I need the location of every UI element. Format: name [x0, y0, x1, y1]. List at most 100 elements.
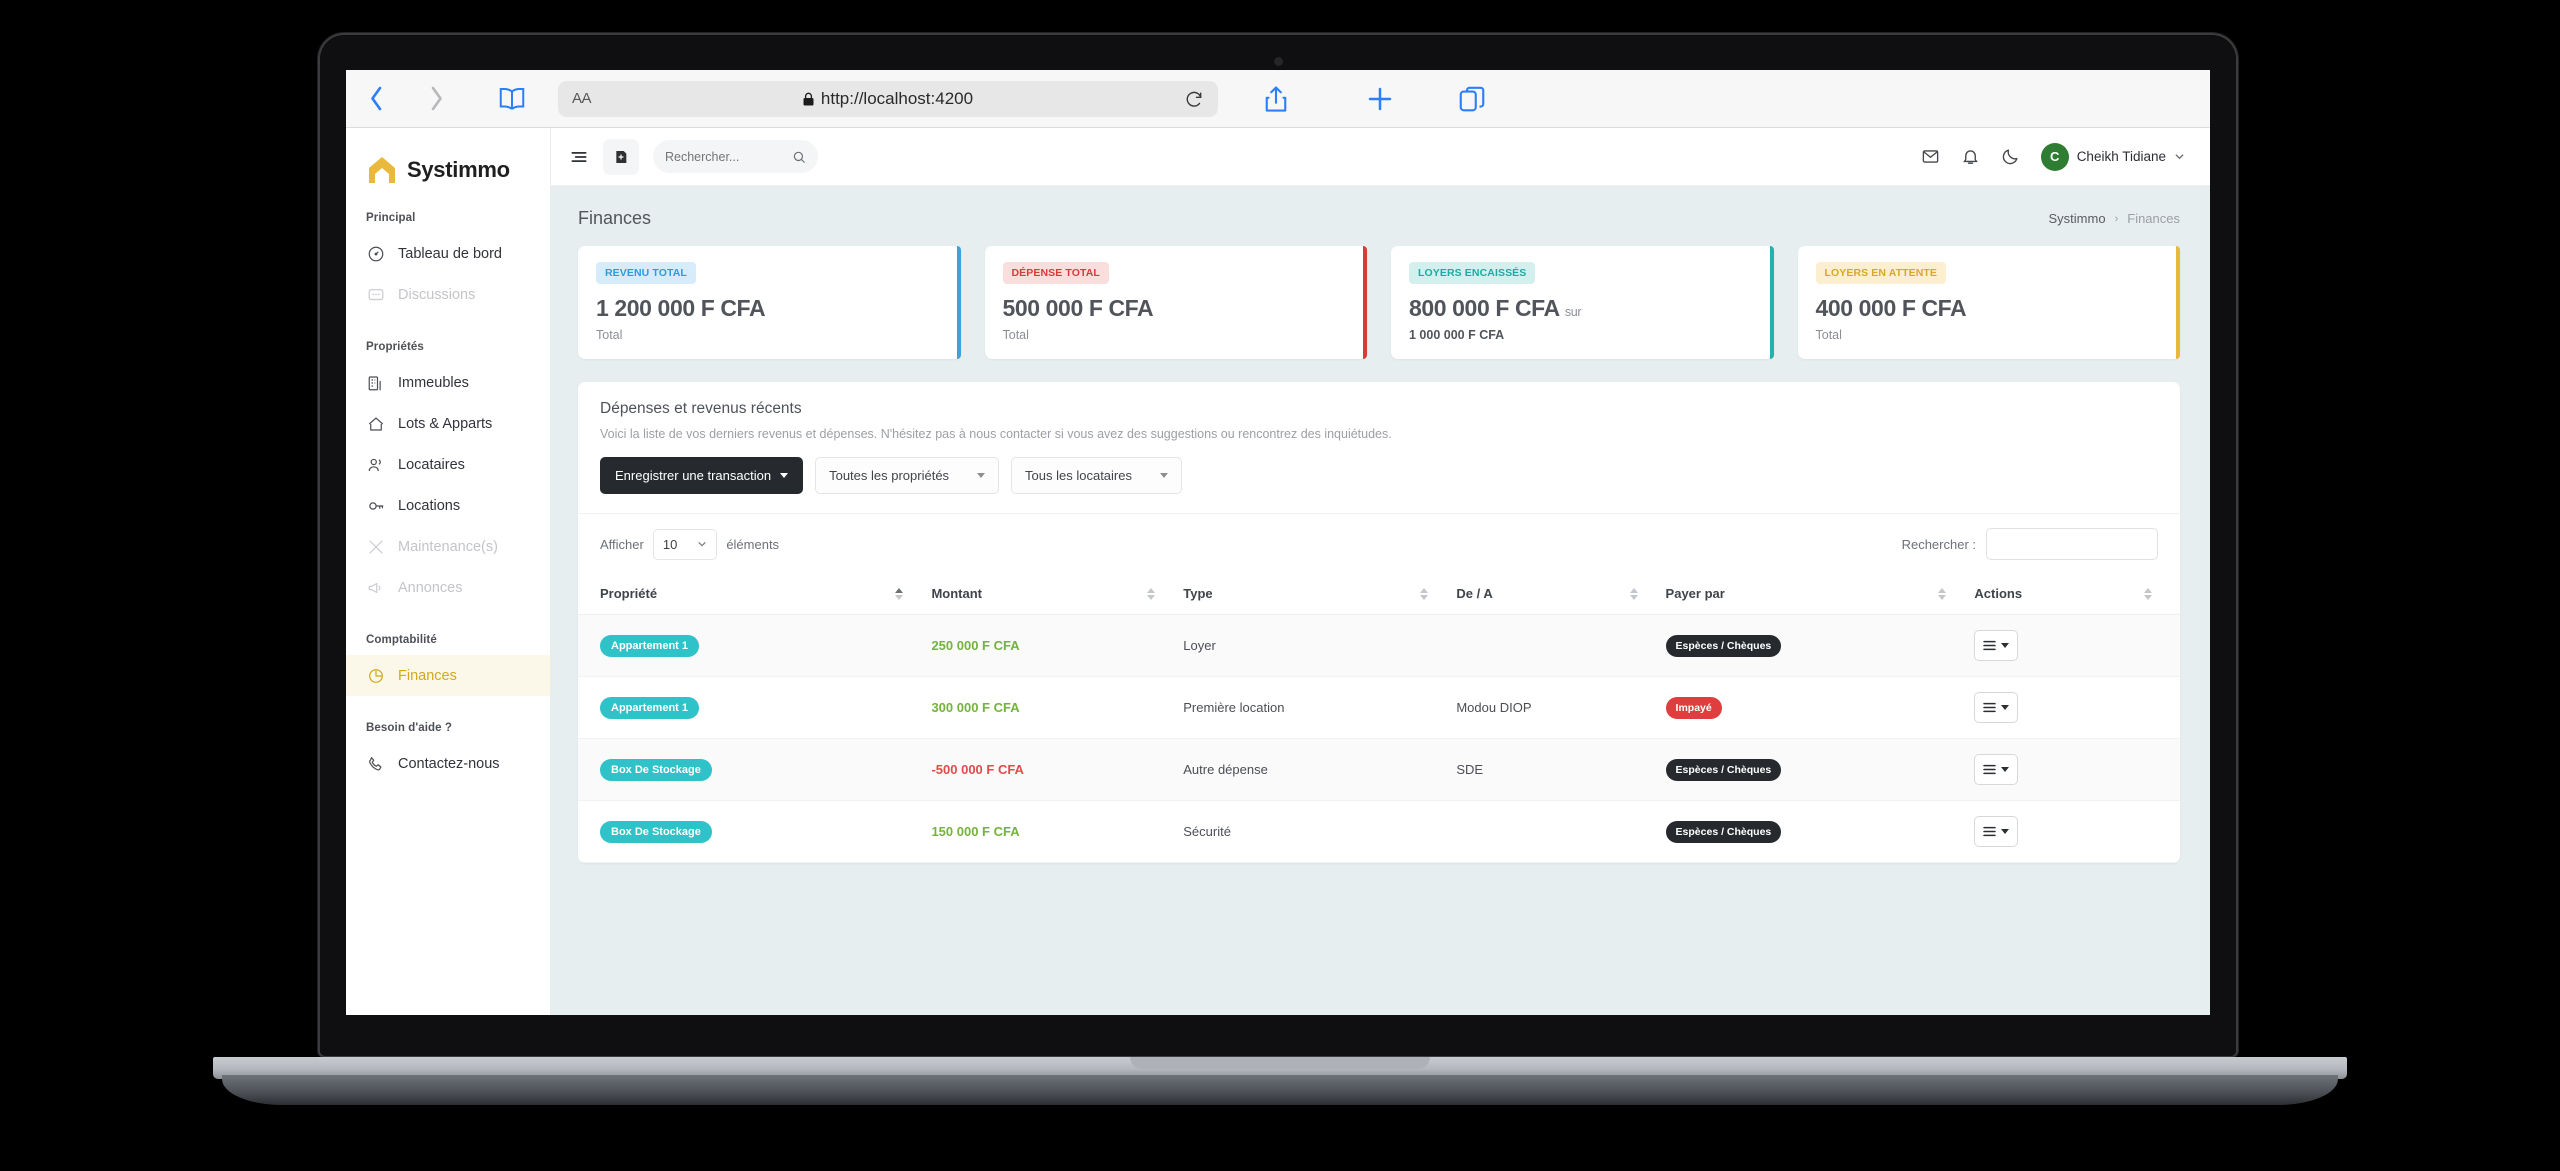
sort-toggle-icon[interactable]: [1147, 587, 1156, 600]
cell-type: Sécurité: [1183, 800, 1457, 863]
row-actions-button[interactable]: [1974, 754, 2019, 785]
phone-icon: [369, 756, 382, 770]
global-search[interactable]: [653, 140, 818, 173]
page-length-select[interactable]: 10: [652, 528, 718, 560]
sidebar-item-label: Tableau de bord: [398, 245, 502, 262]
stat-amount: 400 000 F CFA: [1815, 295, 1967, 321]
cell-de-a: Modou DIOP: [1456, 676, 1666, 739]
sort-toggle-icon[interactable]: [1938, 587, 1947, 600]
sidebar: Systimmo Principal Tableau de bord Discuss…: [346, 128, 551, 1015]
sidebar-item-immeubles[interactable]: Immeubles: [346, 362, 550, 403]
cell-actions: [1974, 738, 2180, 801]
sidebar-item-locations[interactable]: Locations: [346, 485, 550, 526]
sort-toggle-icon[interactable]: [1420, 587, 1429, 600]
payment-badge: Espèces / Chèques: [1665, 634, 1782, 657]
record-transaction-label: Enregistrer une transaction: [615, 468, 772, 483]
stat-cards: REVENU TOTAL 1 200 000 F CFA Total DÉPENSE …: [551, 229, 2210, 359]
sidebar-item-contactez-nous[interactable]: Contactez-nous: [346, 743, 550, 784]
column-header-label: Actions: [1974, 586, 2023, 601]
sidebar-item-label: Finances: [398, 667, 457, 684]
sidebar-item-finances[interactable]: Finances: [346, 655, 550, 696]
brand-logo-block[interactable]: Systimmo: [346, 148, 550, 186]
column-header[interactable]: Actions: [1974, 574, 2180, 615]
table-search-control: Rechercher :: [1902, 528, 2158, 560]
stat-amount: 1 200 000 F CFA: [596, 295, 766, 321]
sidebar-item-label: Locations: [398, 497, 461, 514]
webcam-icon: [1274, 57, 1283, 66]
record-transaction-button[interactable]: Enregistrer une transaction: [600, 457, 804, 494]
reload-icon[interactable]: [1184, 89, 1204, 109]
tenants-filter-value: Tous les locataires: [1025, 468, 1132, 483]
browser-forward-button[interactable]: [406, 86, 466, 111]
transactions-table: Propriété Montant Type De / A Payer par Actio…: [578, 574, 2180, 863]
share-button[interactable]: [1218, 84, 1334, 114]
column-header[interactable]: De / A: [1456, 574, 1666, 615]
breadcrumb-root[interactable]: Systimmo: [2049, 211, 2106, 226]
bell-icon[interactable]: [1961, 147, 1980, 166]
app-root: Systimmo Principal Tableau de bord Discuss…: [346, 128, 2210, 1015]
sidebar-item-discussions[interactable]: Discussions: [346, 274, 550, 315]
address-bar[interactable]: AA http://localhost:4200: [558, 80, 1218, 117]
url-display: http://localhost:4200: [558, 89, 1218, 109]
sidebar-section-label: Comptabilité: [366, 634, 437, 646]
properties-filter-select[interactable]: Toutes les propriétés: [815, 457, 1000, 494]
cell-type: Première location: [1183, 676, 1457, 739]
cell-type: Autre dépense: [1183, 738, 1457, 801]
panel-toolbar: Enregistrer une transaction Toutes les p…: [600, 457, 2158, 513]
sort-toggle-icon[interactable]: [2144, 587, 2152, 600]
menu-burger-icon[interactable]: [569, 147, 589, 167]
sidebar-item-label: Maintenance(s): [398, 538, 498, 555]
table-search-input[interactable]: [1986, 528, 2158, 560]
browser-back-button[interactable]: [346, 86, 406, 111]
sidebar-item-dashboard[interactable]: Tableau de bord: [346, 233, 550, 274]
cell-payer-par: Espèces / Chèques: [1665, 738, 1975, 801]
table-row[interactable]: Box De Stockage -500 000 F CFA Autre dépen…: [578, 738, 2180, 801]
column-header[interactable]: Montant: [931, 574, 1184, 615]
column-header[interactable]: Type: [1183, 574, 1457, 615]
column-header[interactable]: Propriété: [578, 574, 932, 615]
bookmarks-button[interactable]: [466, 84, 558, 114]
mail-icon[interactable]: [1921, 147, 1940, 166]
breadcrumb: Systimmo › Finances: [2049, 211, 2180, 226]
tabs-overview-button[interactable]: [1426, 84, 1518, 114]
row-actions-button[interactable]: [1974, 816, 2019, 847]
sidebar-section-label: Besoin d'aide ?: [366, 722, 453, 734]
user-menu[interactable]: C Cheikh Tidiane: [2040, 142, 2185, 171]
moon-icon[interactable]: [2001, 147, 2020, 166]
table-row[interactable]: Appartement 1 300 000 F CFA Première locat…: [578, 676, 2180, 739]
search-input[interactable]: [665, 149, 786, 164]
table-body: Appartement 1 250 000 F CFA Loyer Espèces /…: [578, 614, 2180, 863]
text-size-label[interactable]: AA: [572, 90, 592, 107]
table-row[interactable]: Appartement 1 250 000 F CFA Loyer Espèces /…: [578, 614, 2180, 677]
status-badge: REVENU TOTAL: [596, 262, 696, 284]
sort-toggle-icon[interactable]: [895, 587, 904, 600]
tenants-filter-select[interactable]: Tous les locataires: [1011, 457, 1182, 494]
stat-card: LOYERS ENCAISSÉS 800 000 F CFA sur 1 000 0…: [1391, 246, 1774, 359]
transactions-panel: Dépenses et revenus récents Voici la lis…: [578, 382, 2180, 863]
cell-payer-par: Espèces / Chèques: [1665, 800, 1975, 863]
topbar-actions: C Cheikh Tidiane: [1921, 142, 2185, 171]
new-tab-button[interactable]: [1334, 84, 1426, 114]
sidebar-item-annonces[interactable]: Annonces: [346, 567, 550, 608]
stat-subtext: 1 000 000 F CFA: [1409, 328, 1505, 342]
column-header[interactable]: Payer par: [1665, 574, 1975, 615]
sort-toggle-icon[interactable]: [1629, 587, 1638, 600]
table-row[interactable]: Box De Stockage 150 000 F CFA Sécurité Espè…: [578, 800, 2180, 863]
stat-amount: 800 000 F CFA: [1409, 295, 1559, 321]
forward-chevron-icon: [431, 86, 442, 111]
payment-badge: Impayé: [1665, 696, 1722, 719]
breadcrumb-current: Finances: [2127, 211, 2180, 226]
chevron-down-icon: [2175, 154, 2184, 160]
panel-description: Voici la liste de vos derniers revenus e…: [600, 427, 1392, 441]
stat-card: LOYERS EN ATTENTE 400 000 F CFA Total: [1797, 246, 2180, 359]
row-actions-button[interactable]: [1974, 692, 2019, 723]
amount-value: 300 000 F CFA: [931, 700, 1020, 715]
stat-value: 400 000 F CFA: [1816, 295, 2163, 322]
sidebar-item-maintenances[interactable]: Maintenance(s): [346, 526, 550, 567]
sidebar-item-locataires[interactable]: Locataires: [346, 444, 550, 485]
cell-de-a: SDE: [1456, 738, 1666, 801]
sidebar-item-lots-apparts[interactable]: Lots & Apparts: [346, 403, 550, 444]
add-panel-button[interactable]: [603, 138, 639, 175]
amount-value: 150 000 F CFA: [931, 824, 1020, 839]
row-actions-button[interactable]: [1974, 630, 2019, 661]
